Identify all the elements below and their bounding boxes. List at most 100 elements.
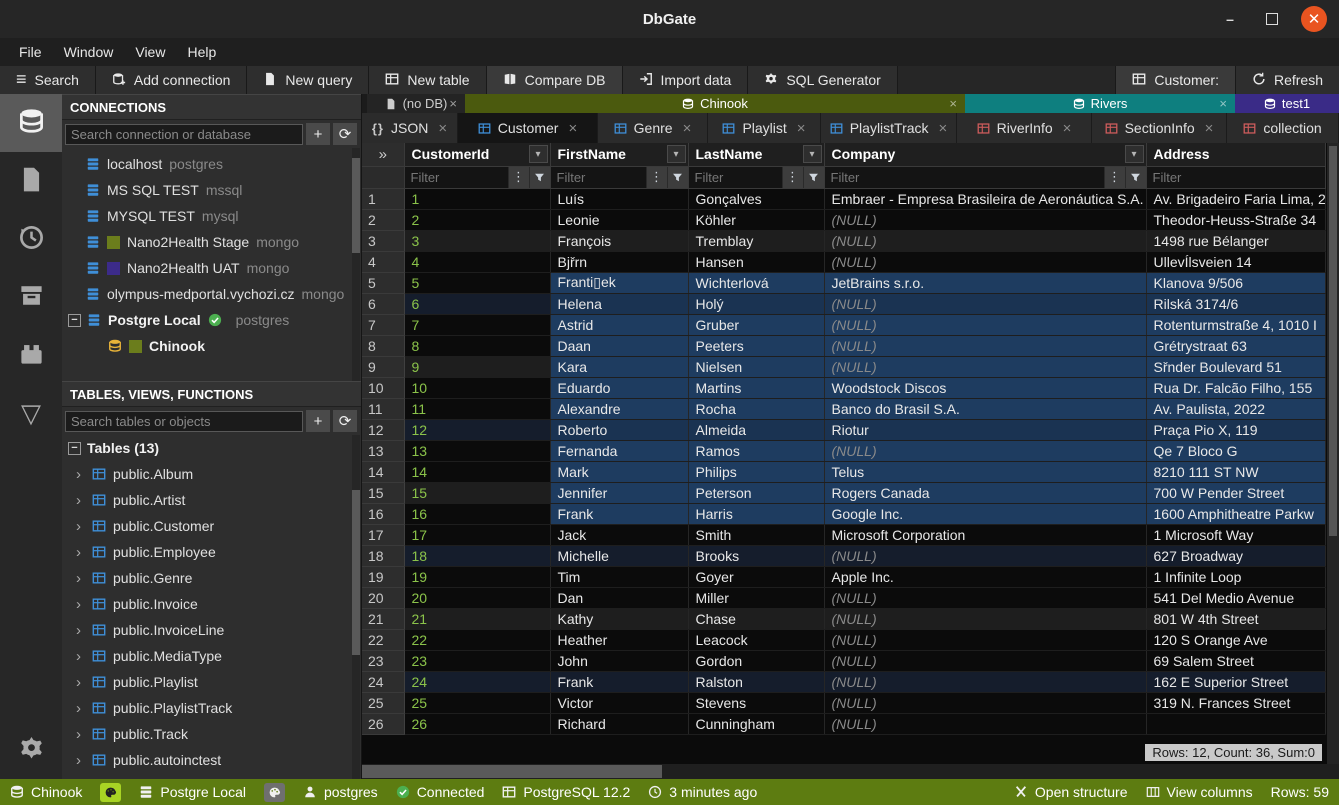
db-group-tab-test1[interactable]: test1 xyxy=(1235,94,1339,113)
kebab-icon[interactable]: ⋮ xyxy=(1104,167,1125,188)
row-number-cell[interactable]: 16 xyxy=(362,503,404,524)
grid-cell[interactable]: Victor xyxy=(550,692,688,713)
grid-cell[interactable]: 1498 rue Bélanger xyxy=(1146,230,1325,251)
grid-horizontal-scroll-thumb[interactable] xyxy=(362,765,662,778)
grid-cell[interactable]: Roberto xyxy=(550,419,688,440)
chevron-right-icon[interactable]: › xyxy=(76,700,84,717)
add-table-small-button[interactable]: + xyxy=(306,410,330,432)
table-item[interactable]: ›public.Playlist xyxy=(62,669,361,695)
row-number-cell[interactable]: 22 xyxy=(362,629,404,650)
row-number-cell[interactable]: 4 xyxy=(362,251,404,272)
grid-cell[interactable]: Nielsen xyxy=(688,356,824,377)
grid-cell[interactable]: Cunningham xyxy=(688,713,824,734)
db-group-tab-nodb[interactable]: (no DB)× xyxy=(367,94,465,113)
grid-cell[interactable]: Frank xyxy=(550,503,688,524)
grid-cell[interactable]: (NULL) xyxy=(824,671,1146,692)
grid-cell[interactable]: Astrid xyxy=(550,314,688,335)
grid-vertical-scrollbar[interactable] xyxy=(1327,143,1339,764)
grid-cell[interactable]: Peeters xyxy=(688,335,824,356)
chevron-down-icon[interactable]: ▾ xyxy=(803,145,822,163)
connections-scrollbar[interactable] xyxy=(352,148,360,381)
grid-cell[interactable]: Harris xyxy=(688,503,824,524)
grid-cell[interactable]: Rogers Canada xyxy=(824,482,1146,503)
close-button[interactable]: ✕ xyxy=(1301,6,1327,32)
row-number-cell[interactable]: 25 xyxy=(362,692,404,713)
grid-cell[interactable]: 23 xyxy=(404,650,550,671)
grid-cell[interactable]: Rocha xyxy=(688,398,824,419)
grid-cell[interactable]: François xyxy=(550,230,688,251)
funnel-icon[interactable] xyxy=(529,167,550,188)
grid-cell[interactable]: (NULL) xyxy=(824,230,1146,251)
grid-cell[interactable]: 5 xyxy=(404,272,550,293)
grid-cell[interactable]: Eduardo xyxy=(550,377,688,398)
grid-cell[interactable]: (NULL) xyxy=(824,251,1146,272)
statusbar-item-palette[interactable] xyxy=(264,783,285,802)
filter-input[interactable] xyxy=(1147,167,1325,188)
chevron-right-icon[interactable]: › xyxy=(76,596,84,613)
tab-riverinfo[interactable]: RiverInfo× xyxy=(957,113,1092,143)
statusbar-item-chinook[interactable]: Chinook xyxy=(10,784,82,800)
grid-cell[interactable]: Telus xyxy=(824,461,1146,482)
grid-cell[interactable]: Sřnder Boulevard 51 xyxy=(1146,356,1325,377)
close-icon[interactable]: × xyxy=(1063,120,1072,137)
filter-input[interactable] xyxy=(405,167,508,188)
grid-cell[interactable]: Microsoft Corporation xyxy=(824,524,1146,545)
connection-item[interactable]: Nano2Health UATmongo xyxy=(62,255,361,281)
grid-cell[interactable]: Luís xyxy=(550,188,688,209)
table-item[interactable]: ›public.Album xyxy=(62,461,361,487)
grid-cell[interactable]: Theodor-Heuss-Straße 34 xyxy=(1146,209,1325,230)
filter-input[interactable] xyxy=(551,167,646,188)
expander-icon[interactable]: − xyxy=(68,314,81,327)
search-button[interactable]: ≡Search xyxy=(0,66,96,94)
grid-cell[interactable]: 6 xyxy=(404,293,550,314)
grid-cell[interactable]: 10 xyxy=(404,377,550,398)
rail-item-files[interactable] xyxy=(0,152,62,210)
grid-cell[interactable]: (NULL) xyxy=(824,356,1146,377)
row-number-cell[interactable]: 3 xyxy=(362,230,404,251)
rail-item-apps[interactable]: ▽ xyxy=(0,384,62,442)
grid-cell[interactable]: Apple Inc. xyxy=(824,566,1146,587)
minimize-button[interactable]: – xyxy=(1217,6,1243,32)
grid-horizontal-scrollbar[interactable] xyxy=(362,764,1339,779)
funnel-icon[interactable] xyxy=(1125,167,1146,188)
grid-cell[interactable]: Hansen xyxy=(688,251,824,272)
db-group-tab-chinook[interactable]: Chinook× xyxy=(465,94,965,113)
tab-sectioninfo[interactable]: SectionInfo× xyxy=(1092,113,1227,143)
grid-corner-cell[interactable]: » xyxy=(362,143,404,166)
grid-cell[interactable]: (NULL) xyxy=(824,692,1146,713)
connection-item[interactable]: Nano2Health Stagemongo xyxy=(62,229,361,255)
chevron-right-icon[interactable]: › xyxy=(76,622,84,639)
grid-cell[interactable]: 16 xyxy=(404,503,550,524)
rail-item-history[interactable] xyxy=(0,210,62,268)
sql-generator-button[interactable]: SQL Generator xyxy=(748,66,897,94)
grid-cell[interactable]: (NULL) xyxy=(824,629,1146,650)
statusbar-item-rows-59[interactable]: Rows: 59 xyxy=(1271,784,1329,800)
expander-icon[interactable]: − xyxy=(68,442,81,455)
close-icon[interactable]: × xyxy=(683,120,692,137)
grid-cell[interactable]: 17 xyxy=(404,524,550,545)
filter-input[interactable] xyxy=(825,167,1104,188)
row-number-cell[interactable]: 1 xyxy=(362,188,404,209)
grid-cell[interactable]: Riotur xyxy=(824,419,1146,440)
refresh-button[interactable]: Refresh xyxy=(1235,66,1339,94)
grid-cell[interactable]: Ramos xyxy=(688,440,824,461)
chevron-right-icon[interactable]: › xyxy=(76,466,84,483)
chevron-right-icon[interactable]: › xyxy=(76,492,84,509)
row-number-cell[interactable]: 8 xyxy=(362,335,404,356)
grid-cell[interactable]: Jack xyxy=(550,524,688,545)
chevron-right-icon[interactable]: › xyxy=(76,648,84,665)
grid-cell[interactable]: Jennifer xyxy=(550,482,688,503)
row-number-cell[interactable]: 11 xyxy=(362,398,404,419)
grid-cell[interactable]: Grétrystraat 63 xyxy=(1146,335,1325,356)
grid-cell[interactable]: Mark xyxy=(550,461,688,482)
close-icon[interactable]: × xyxy=(449,96,457,111)
grid-cell[interactable]: Richard xyxy=(550,713,688,734)
grid-cell[interactable]: (NULL) xyxy=(824,587,1146,608)
tab-customer[interactable]: Customer× xyxy=(458,113,598,143)
kebab-icon[interactable]: ⋮ xyxy=(782,167,803,188)
compare-db-button[interactable]: Compare DB xyxy=(487,66,623,94)
close-icon[interactable]: × xyxy=(438,120,447,137)
grid-cell[interactable]: 700 W Pender Street xyxy=(1146,482,1325,503)
maximize-button[interactable] xyxy=(1259,6,1285,32)
row-number-cell[interactable]: 24 xyxy=(362,671,404,692)
